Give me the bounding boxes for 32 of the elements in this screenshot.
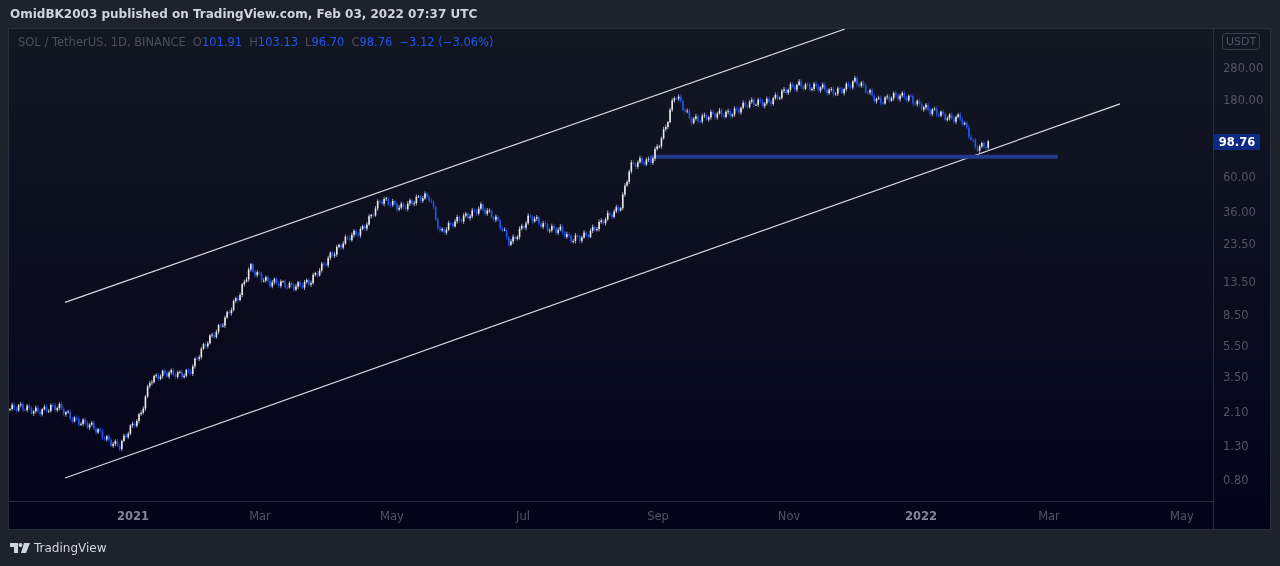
price-tick: 36.00	[1223, 205, 1256, 219]
price-tick: 1.30	[1223, 439, 1249, 453]
price-tick: 280.00	[1223, 61, 1264, 75]
time-tick: Sep	[647, 509, 669, 523]
logo-icon	[10, 543, 30, 553]
time-tick: May	[1170, 509, 1194, 523]
price-tick: 13.50	[1223, 275, 1256, 289]
brand-name: TradingView	[34, 541, 107, 555]
ohlc-value: O101.91	[192, 35, 243, 49]
price-tick: 3.50	[1223, 370, 1249, 384]
price-tick: 180.00	[1223, 93, 1264, 107]
time-tick: Jul	[516, 509, 530, 523]
symbol-info: SOL / TetherUS, 1D, BINANCE	[18, 35, 186, 49]
price-tick: 8.50	[1223, 308, 1249, 322]
ohlc-value: H103.13	[249, 35, 299, 49]
currency-label[interactable]: USDT	[1222, 33, 1261, 50]
time-tick: Nov	[777, 509, 801, 523]
time-tick: Mar	[249, 509, 271, 523]
last-price-label: 98.76	[1214, 134, 1260, 150]
price-tick: 0.80	[1223, 473, 1249, 487]
price-tick: 23.50	[1223, 237, 1256, 251]
time-tick: 2022	[905, 509, 937, 523]
time-tick: 2021	[117, 509, 149, 523]
time-tick: May	[380, 509, 404, 523]
price-tick: 5.50	[1223, 339, 1249, 353]
publish-info: OmidBK2003 published on TradingView.com, Feb 03, 2022 07:37 UTC	[9, 6, 479, 23]
ohlc-value: L96.70	[305, 35, 345, 49]
time-tick: Mar	[1038, 509, 1060, 523]
price-tick: 2.10	[1223, 405, 1249, 419]
ohlc-value: C98.76	[351, 35, 393, 49]
price-change: −3.12 (−3.06%)	[399, 35, 494, 49]
price-tick: 60.00	[1223, 170, 1256, 184]
